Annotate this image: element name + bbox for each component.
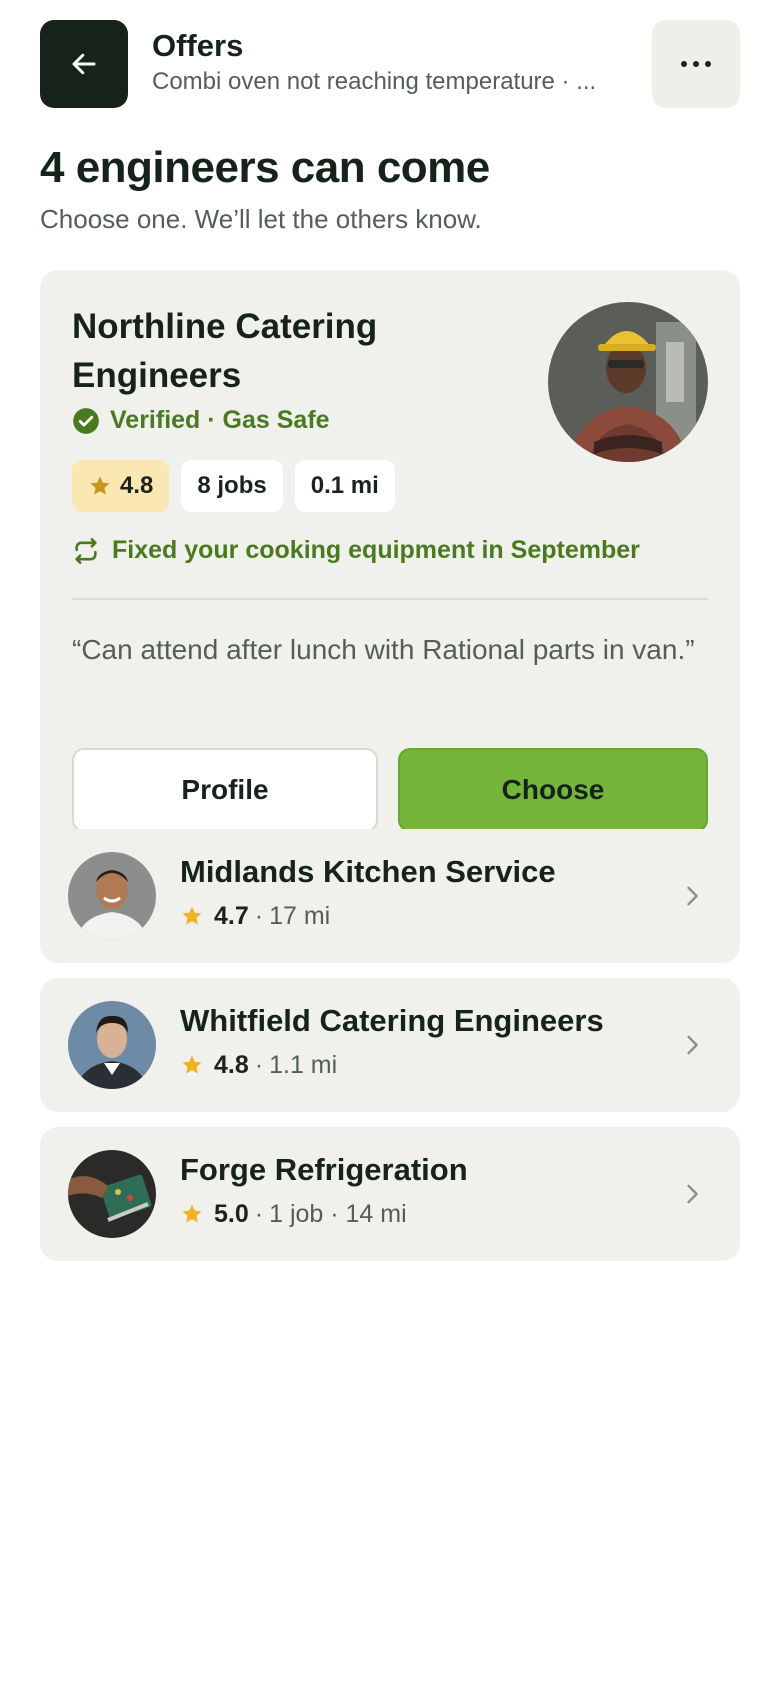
engineer-meta: 5.0 · 1 job · 14 mi xyxy=(180,1197,407,1231)
rating-value: 5.0 xyxy=(214,1200,249,1228)
rating-value: 4.7 xyxy=(214,902,249,930)
rating-chip: 4.8 xyxy=(72,460,170,512)
avatar-photo xyxy=(548,302,708,462)
more-horizontal-icon xyxy=(678,61,714,67)
rating-value: 4.8 xyxy=(120,472,154,499)
details-text: 1 job · 14 mi xyxy=(269,1200,407,1228)
details-text: 17 mi xyxy=(269,902,331,930)
engineer-quote: “Can attend after lunch with Rational pa… xyxy=(72,634,695,665)
repeat-icon xyxy=(75,537,97,564)
offer-row-forge[interactable]: Forge Refrigeration 5.0 · 1 job · 14 mi xyxy=(40,1127,740,1261)
avatar xyxy=(68,852,156,940)
stats-chips: 4.8 8 jobs 0.1 mi xyxy=(72,460,395,512)
previous-job-note: Fixed your cooking equipment in Septembe… xyxy=(72,536,640,565)
separator-dot: · xyxy=(254,1200,264,1228)
avatar xyxy=(68,1001,156,1089)
header-title: Offers xyxy=(152,28,244,63)
back-button[interactable] xyxy=(40,20,128,108)
avatar-photo xyxy=(68,1001,156,1089)
engineer-name: Forge Refrigeration xyxy=(180,1152,468,1187)
details-text: 1.1 mi xyxy=(269,1051,338,1079)
avatar-photo xyxy=(68,852,156,940)
featured-offer-card: Northline Catering Engineers Verified · … xyxy=(40,270,740,867)
more-button[interactable] xyxy=(652,20,740,108)
featured-engineer-name: Northline Catering Engineers xyxy=(72,307,378,395)
star-icon xyxy=(182,1055,202,1074)
star-icon xyxy=(182,1204,202,1223)
check-badge-icon xyxy=(73,407,99,434)
rating-value: 4.8 xyxy=(214,1051,249,1079)
distance-value: 0.1 mi xyxy=(310,472,379,499)
distance-chip: 0.1 mi xyxy=(294,460,395,512)
chevron-right-icon xyxy=(687,1035,698,1055)
jobs-chip: 8 jobs xyxy=(181,460,283,512)
avatar xyxy=(68,1150,156,1238)
verified-text: Verified · Gas Safe xyxy=(110,406,330,434)
header-subtitle: Combi oven not reaching temperature · ..… xyxy=(152,68,597,95)
page-title: 4 engineers can come xyxy=(40,143,490,192)
star-icon xyxy=(182,906,202,925)
engineer-name: Whitfield Catering Engineers xyxy=(180,1003,604,1038)
engineer-meta: 4.8 · 1.1 mi xyxy=(180,1048,337,1082)
offer-row-midlands[interactable]: Midlands Kitchen Service 4.7 · 17 mi xyxy=(40,829,740,963)
verified-badge: Verified · Gas Safe xyxy=(72,406,330,435)
separator-dot: · xyxy=(254,902,264,930)
star-icon xyxy=(90,476,110,495)
engineer-name: Midlands Kitchen Service xyxy=(180,854,556,889)
jobs-count: 8 jobs xyxy=(197,472,267,499)
divider xyxy=(72,598,708,600)
header-title-group: Offers Combi oven not reaching temperatu… xyxy=(152,28,622,98)
chevron-right-icon xyxy=(687,1184,698,1204)
separator-dot: · xyxy=(254,1051,264,1079)
engineer-meta: 4.7 · 17 mi xyxy=(180,899,330,933)
avatar-photo xyxy=(68,1150,156,1238)
arrow-left-icon xyxy=(72,53,96,75)
profile-button[interactable]: Profile xyxy=(72,748,378,832)
chevron-right-icon xyxy=(687,886,698,906)
page-subtitle: Choose one. We’ll let the others know. xyxy=(40,204,482,234)
offer-row-whitfield[interactable]: Whitfield Catering Engineers 4.8 · 1.1 m… xyxy=(40,978,740,1112)
previous-job-text: Fixed your cooking equipment in Septembe… xyxy=(112,536,640,564)
header: Offers Combi oven not reaching temperatu… xyxy=(40,20,740,108)
featured-avatar[interactable] xyxy=(548,302,708,462)
choose-button[interactable]: Choose xyxy=(398,748,708,832)
